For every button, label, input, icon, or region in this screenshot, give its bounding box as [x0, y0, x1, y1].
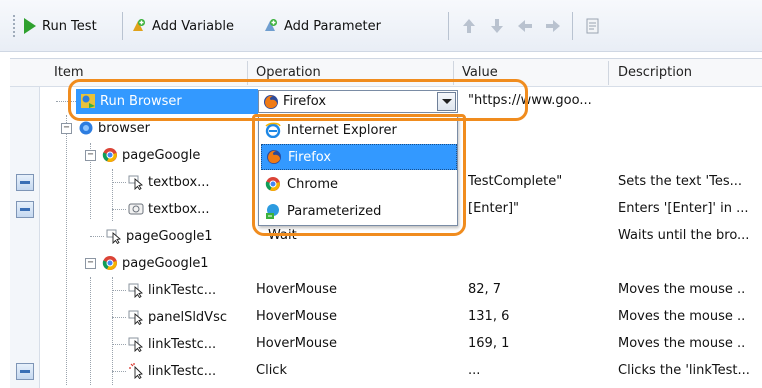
- highlight-callout-dropdown: [252, 114, 466, 236]
- browser-icon: [78, 120, 94, 136]
- arrow-right-icon[interactable]: [544, 17, 562, 35]
- value-cell[interactable]: ...: [468, 363, 480, 378]
- value-cell[interactable]: TestComplete": [468, 174, 562, 189]
- item-cell[interactable]: pageGoogle1: [106, 228, 213, 244]
- add-parameter-icon: [262, 18, 278, 34]
- item-label: browser: [98, 120, 151, 136]
- arrow-up-icon[interactable]: [460, 17, 478, 35]
- click-cursor-icon: [128, 363, 144, 379]
- tree-line: [90, 236, 104, 237]
- operation-cell[interactable]: HoverMouse: [256, 282, 337, 297]
- item-label: textbox...: [148, 201, 210, 217]
- column-header-value[interactable]: Value: [462, 65, 498, 80]
- add-parameter-label: Add Parameter: [284, 18, 381, 34]
- item-cell[interactable]: panelSldVsc: [128, 309, 227, 325]
- run-test-label: Run Test: [42, 18, 97, 34]
- item-cell[interactable]: linkTestc...: [128, 363, 216, 379]
- cursor-icon: [106, 228, 122, 244]
- item-label: textbox...: [148, 174, 210, 190]
- row-marker[interactable]: [16, 174, 34, 191]
- toolbar-separator: [122, 12, 123, 40]
- item-cell[interactable]: textbox...: [128, 174, 210, 190]
- operation-cell[interactable]: Click: [256, 363, 287, 378]
- column-header-description[interactable]: Description: [618, 65, 692, 80]
- value-cell[interactable]: 169, 1: [468, 336, 509, 351]
- arrow-down-icon[interactable]: [488, 17, 506, 35]
- add-variable-label: Add Variable: [152, 18, 234, 34]
- item-label: linkTestc...: [148, 282, 217, 298]
- cursor-icon: [128, 282, 144, 298]
- toolbar-grip[interactable]: [12, 14, 16, 38]
- row-marker[interactable]: [16, 201, 34, 218]
- table-row[interactable]: linkTestc... Click ... Clicks the 'linkT…: [10, 358, 762, 385]
- item-label: pageGoogle1: [126, 228, 213, 244]
- column-header-operation[interactable]: Operation: [256, 65, 321, 80]
- description-cell: Sets the text 'Tes...: [618, 174, 742, 189]
- tree-line: [112, 317, 126, 318]
- cursor-icon: [128, 336, 144, 352]
- description-cell: Waits until the bro...: [618, 228, 750, 243]
- description-cell: Moves the mouse ..: [618, 309, 746, 324]
- tree-line: [112, 209, 126, 210]
- value-cell[interactable]: [Enter]": [468, 201, 519, 216]
- toolbar: Run Test Add Variable Add Parameter: [0, 0, 762, 52]
- item-label: pageGoogle: [122, 147, 201, 163]
- tree-line: [112, 371, 126, 372]
- item-label: pageGoogle1: [122, 255, 209, 271]
- item-cell[interactable]: linkTestc...: [128, 282, 216, 298]
- description-cell: Moves the mouse ..: [618, 336, 746, 351]
- table-row[interactable]: linkTestc... HoverMouse 82, 7 Moves the …: [10, 277, 762, 304]
- run-test-button[interactable]: Run Test: [24, 13, 97, 39]
- tree-line: [112, 290, 126, 291]
- cursor-icon: [128, 174, 144, 190]
- chrome-icon: [102, 255, 118, 271]
- item-cell[interactable]: browser: [78, 120, 150, 136]
- description-cell: Enters '[Enter]' in ...: [618, 201, 749, 216]
- collapse-toggle[interactable]: −: [61, 123, 72, 134]
- item-cell[interactable]: linkTestc...: [128, 336, 216, 352]
- item-label: panelSldVsc: [148, 309, 227, 325]
- value-cell[interactable]: 131, 6: [468, 309, 509, 324]
- toolbar-separator: [572, 12, 573, 40]
- collapse-toggle[interactable]: −: [85, 258, 96, 269]
- play-icon: [24, 18, 36, 34]
- chrome-icon: [102, 147, 118, 163]
- tree-line: [112, 182, 126, 183]
- column-header-item[interactable]: Item: [54, 65, 84, 80]
- tree-line: [112, 344, 126, 345]
- cursor-icon: [128, 309, 144, 325]
- description-cell: Clicks the 'linkTest...: [618, 363, 750, 378]
- item-label: linkTestc...: [148, 336, 217, 352]
- table-row[interactable]: linkTestc... HoverMouse 169, 1 Moves the…: [10, 331, 762, 358]
- operation-cell[interactable]: HoverMouse: [256, 336, 337, 351]
- item-label: linkTestc...: [148, 363, 217, 379]
- keyboard-icon: [128, 201, 144, 217]
- collapse-toggle[interactable]: −: [85, 150, 96, 161]
- operations-grid: Item Operation Value Description Run Bro…: [10, 58, 762, 388]
- description-cell: Moves the mouse ..: [618, 282, 746, 297]
- item-cell[interactable]: pageGoogle1: [102, 255, 209, 271]
- notes-icon[interactable]: [584, 17, 602, 35]
- arrow-left-icon[interactable]: [516, 17, 534, 35]
- row-marker[interactable]: [16, 363, 34, 380]
- operation-cell[interactable]: HoverMouse: [256, 309, 337, 324]
- column-divider[interactable]: [608, 61, 609, 85]
- add-parameter-button[interactable]: Add Parameter: [262, 13, 381, 39]
- item-cell[interactable]: pageGoogle: [102, 147, 200, 163]
- add-variable-icon: [130, 18, 146, 34]
- table-row[interactable]: − pageGoogle1: [10, 250, 762, 277]
- table-row[interactable]: panelSldVsc HoverMouse 131, 6 Moves the …: [10, 304, 762, 331]
- item-cell[interactable]: textbox...: [128, 201, 210, 217]
- toolbar-separator: [448, 12, 449, 40]
- add-variable-button[interactable]: Add Variable: [130, 13, 234, 39]
- value-cell[interactable]: 82, 7: [468, 282, 501, 297]
